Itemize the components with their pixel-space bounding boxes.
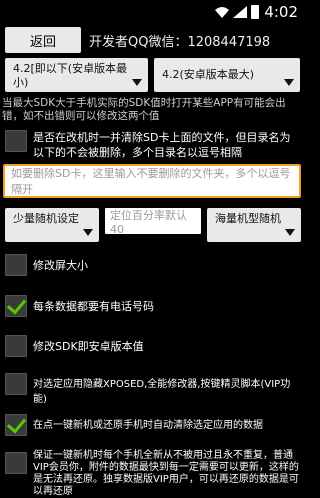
dropdown-arrow-icon <box>284 79 294 86</box>
battery-icon <box>251 5 259 19</box>
screen-size-checkbox[interactable] <box>5 254 27 276</box>
random-mode-spinner[interactable]: 少量随机设定 <box>5 208 99 242</box>
clear-sd-checkbox[interactable] <box>5 130 27 152</box>
exclude-folders-placeholder: 如要删除SD卡，这里输入不要删除的文件夹，多个以逗号隔开 <box>11 167 291 196</box>
back-button[interactable]: 返回 <box>5 27 81 53</box>
option-label: 对选定应用隐藏XPOSED,全能修改器,按键精灵脚本(VIP功能) <box>33 379 291 405</box>
option-label: 保证一键新机时每个手机全新从不被用过且永不重复，普通VIP会员你，附件的数据最快… <box>33 450 299 497</box>
signal-icon <box>233 6 247 18</box>
clock: 4:02 <box>264 3 298 21</box>
developer-info: 开发者QQ微信：1208447198 <box>89 35 271 50</box>
sdk-note: 当最大SDK大于手机实际的SDK值时打开某些APP有可能会出错，如不出错则可以修… <box>2 97 286 122</box>
sdk-version-checkbox[interactable] <box>5 335 27 357</box>
phone-number-checkbox[interactable] <box>5 295 27 317</box>
dropdown-arrow-icon <box>285 229 295 236</box>
option-label: 在点一键新机或还原手机时自动清除选定应用的数据 <box>33 420 263 431</box>
model-random-value: 海量机型随机 <box>215 212 281 225</box>
exclude-folders-input[interactable]: 如要删除SD卡，这里输入不要删除的文件夹，多个以逗号隔开 <box>3 164 301 198</box>
option-label: 每条数据都要有电话号码 <box>33 300 154 313</box>
location-percent-input[interactable]: 定位百分率默认40 <box>105 208 201 236</box>
max-sdk-value: 4.2(安卓版本最大) <box>162 68 255 81</box>
status-bar: 4:02 <box>0 0 304 25</box>
unique-device-checkbox[interactable] <box>5 452 27 474</box>
hide-xposed-checkbox[interactable] <box>5 373 27 395</box>
auto-clear-checkbox[interactable] <box>5 414 27 436</box>
wifi-icon <box>215 7 229 18</box>
random-mode-value: 少量随机设定 <box>13 212 79 225</box>
dropdown-arrow-icon <box>132 79 142 86</box>
max-sdk-spinner[interactable]: 4.2(安卓版本最大) <box>154 58 300 92</box>
min-sdk-value: 4.2[即以下(安卓版本最小) <box>13 62 128 89</box>
location-percent-placeholder: 定位百分率默认40 <box>110 208 187 236</box>
clear-sd-label: 是否在改机时一并清除SD卡上面的文件，但目录名为以下的不会被删除，多个目录名以逗… <box>33 131 291 159</box>
dropdown-arrow-icon <box>83 229 93 236</box>
option-label: 修改SDK即安卓版本值 <box>33 340 144 353</box>
option-label: 修改屏大小 <box>33 259 88 272</box>
min-sdk-spinner[interactable]: 4.2[即以下(安卓版本最小) <box>5 58 148 92</box>
model-random-spinner[interactable]: 海量机型随机 <box>207 208 301 242</box>
